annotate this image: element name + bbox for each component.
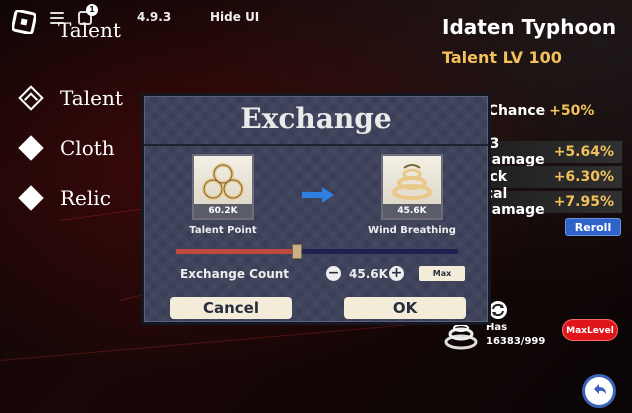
- stat-chance: l Chance +50%: [478, 103, 594, 119]
- stat-label: ll3 Damage: [480, 136, 545, 168]
- talent-level: Talent LV 100: [442, 48, 562, 67]
- item-label: Talent Point: [189, 225, 257, 236]
- divider: [144, 144, 488, 146]
- stat-row: ll3 Damage +5.64%: [470, 136, 622, 168]
- nav-item-relic[interactable]: Relic: [18, 185, 111, 211]
- nav-item-label: Talent: [60, 86, 123, 110]
- exchange-count-value: 45.6K: [349, 267, 388, 281]
- page-title: Talent: [58, 18, 121, 42]
- back-arrow-icon: [594, 384, 606, 394]
- refresh-icon[interactable]: [488, 300, 508, 320]
- diamond-icon: [18, 185, 44, 211]
- nav-item-label: Cloth: [60, 136, 115, 160]
- reroll-button[interactable]: Reroll: [565, 218, 621, 236]
- minus-button[interactable]: −: [326, 266, 341, 281]
- item-amount: 60.2K: [194, 204, 252, 218]
- top-bar: 1 4.9.3 Hide UI: [0, 0, 300, 36]
- plus-button[interactable]: +: [389, 266, 404, 281]
- slider-fill: [176, 249, 298, 254]
- notification-badge: 1: [86, 4, 98, 16]
- hide-ui-button[interactable]: Hide UI: [210, 10, 259, 24]
- arrow-right-icon: [302, 187, 334, 203]
- background-streak: [0, 323, 419, 361]
- has-count: 16383/999: [486, 336, 546, 347]
- nav-item-talent[interactable]: Talent: [18, 85, 123, 111]
- exchange-slider[interactable]: [176, 244, 458, 259]
- item-label: Wind Breathing: [368, 225, 456, 236]
- item-amount: 45.6K: [383, 204, 441, 218]
- diamond-icon: [18, 135, 44, 161]
- slider-thumb[interactable]: [292, 244, 303, 259]
- stat-value: +6.30%: [553, 169, 614, 185]
- version-label: 4.9.3: [137, 10, 172, 24]
- from-item-card: 60.2K: [192, 154, 254, 220]
- maxlevel-badge: MaxLevel: [562, 319, 618, 341]
- exchange-modal: Exchange 60.2K Talent Point 45.6K Wind B…: [141, 93, 491, 325]
- back-button[interactable]: [585, 377, 613, 405]
- talent-point-icon: [202, 163, 244, 200]
- nav-item-cloth[interactable]: Cloth: [18, 135, 115, 161]
- wind-breathing-item-icon: [444, 324, 478, 350]
- stat-label: ical Damage: [480, 186, 545, 218]
- roblox-logo-icon[interactable]: [12, 10, 36, 34]
- diamond-active-icon: [18, 85, 44, 111]
- wind-breathing-icon: [392, 164, 432, 200]
- stat-row: ical Damage +7.95%: [470, 186, 622, 218]
- max-button[interactable]: Max: [419, 266, 465, 281]
- stat-value: +7.95%: [553, 194, 614, 210]
- cancel-button[interactable]: Cancel: [170, 297, 292, 319]
- stat-value: +50%: [549, 103, 595, 119]
- stat-row: ack +6.30%: [470, 166, 622, 188]
- character-name: Idaten Typhoon: [442, 15, 617, 39]
- nav-item-label: Relic: [60, 186, 111, 210]
- stat-value: +5.64%: [553, 144, 614, 160]
- modal-title: Exchange: [240, 102, 392, 135]
- ok-button[interactable]: OK: [344, 297, 466, 319]
- to-item-card: 45.6K: [381, 154, 443, 220]
- exchange-count-label: Exchange Count: [180, 267, 290, 281]
